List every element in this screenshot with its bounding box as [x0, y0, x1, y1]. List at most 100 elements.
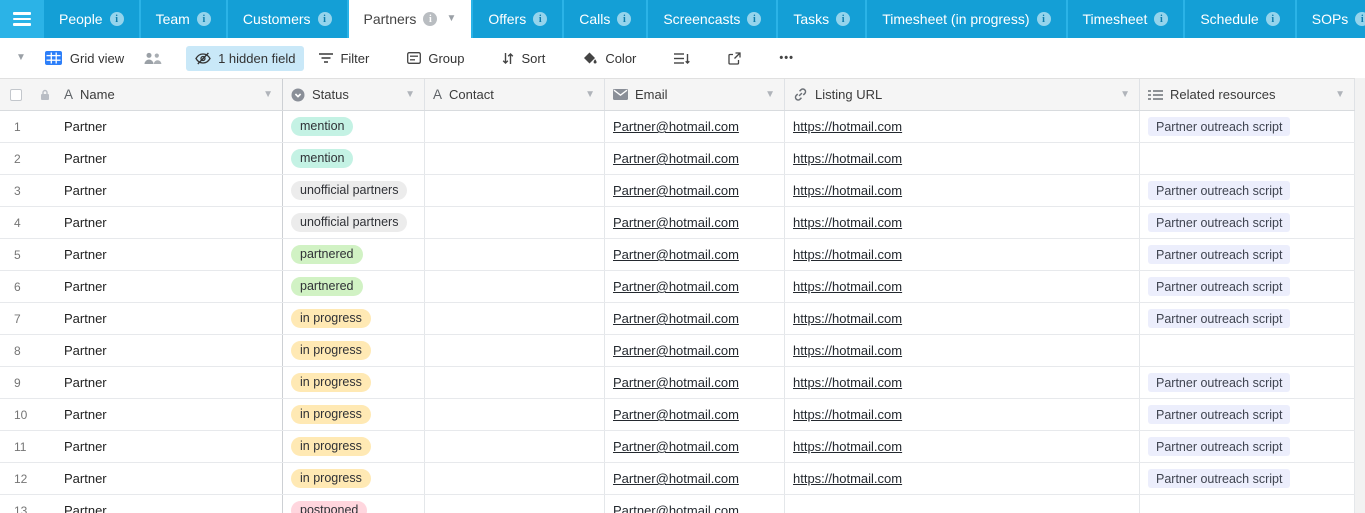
- cell-contact[interactable]: [425, 207, 605, 238]
- row-number[interactable]: 2: [0, 143, 56, 174]
- cell-contact[interactable]: [425, 111, 605, 142]
- info-icon[interactable]: i: [109, 12, 124, 26]
- cell-name[interactable]: Partner: [56, 111, 283, 142]
- cell-status[interactable]: in progress: [283, 367, 425, 398]
- listing-url-link[interactable]: https://hotmail.com: [793, 183, 902, 198]
- cell-contact[interactable]: [425, 143, 605, 174]
- row-number[interactable]: 10: [0, 399, 56, 430]
- tab-schedule[interactable]: Schedule i: [1185, 0, 1295, 38]
- cell-related-resources[interactable]: Partner outreach script: [1140, 271, 1355, 302]
- cell-status[interactable]: postponed: [283, 495, 425, 513]
- tab-screencasts[interactable]: Screencasts i: [648, 0, 777, 38]
- cell-related-resources[interactable]: Partner outreach script: [1140, 367, 1355, 398]
- tab-customers[interactable]: Customers i: [227, 0, 347, 38]
- related-resource-chip[interactable]: Partner outreach script: [1148, 245, 1291, 264]
- email-link[interactable]: Partner@hotmail.com: [613, 407, 739, 422]
- cell-name[interactable]: Partner: [56, 495, 283, 513]
- info-icon[interactable]: i: [1355, 12, 1365, 26]
- row-number[interactable]: 11: [0, 431, 56, 462]
- cell-email[interactable]: Partner@hotmail.com: [605, 431, 785, 462]
- cell-email[interactable]: Partner@hotmail.com: [605, 207, 785, 238]
- row-number[interactable]: 12: [0, 463, 56, 494]
- cell-contact[interactable]: [425, 271, 605, 302]
- cell-related-resources[interactable]: [1140, 495, 1355, 513]
- cell-email[interactable]: Partner@hotmail.com: [605, 335, 785, 366]
- info-icon[interactable]: i: [196, 12, 211, 26]
- cell-listing-url[interactable]: https://hotmail.com: [785, 303, 1140, 334]
- related-resource-chip[interactable]: Partner outreach script: [1148, 437, 1291, 456]
- cell-listing-url[interactable]: https://hotmail.com: [785, 463, 1140, 494]
- tab-timesheet-in-progress[interactable]: Timesheet (in progress) i: [867, 0, 1066, 38]
- cell-status[interactable]: in progress: [283, 431, 425, 462]
- cell-contact[interactable]: [425, 175, 605, 206]
- cell-name[interactable]: Partner: [56, 303, 283, 334]
- cell-related-resources[interactable]: Partner outreach script: [1140, 431, 1355, 462]
- cell-listing-url[interactable]: https://hotmail.com: [785, 111, 1140, 142]
- email-link[interactable]: Partner@hotmail.com: [613, 343, 739, 358]
- cell-contact[interactable]: [425, 335, 605, 366]
- info-icon[interactable]: i: [423, 12, 438, 26]
- row-number[interactable]: 1: [0, 111, 56, 142]
- listing-url-link[interactable]: https://hotmail.com: [793, 311, 902, 326]
- cell-related-resources[interactable]: [1140, 335, 1355, 366]
- tab-calls[interactable]: Calls i: [564, 0, 647, 38]
- cell-listing-url[interactable]: https://hotmail.com: [785, 175, 1140, 206]
- filter-button[interactable]: Filter: [310, 46, 378, 71]
- listing-url-link[interactable]: https://hotmail.com: [793, 279, 902, 294]
- view-sidebar-toggle[interactable]: ▼: [12, 48, 30, 68]
- cell-name[interactable]: Partner: [56, 239, 283, 270]
- cell-related-resources[interactable]: Partner outreach script: [1140, 207, 1355, 238]
- column-chevron-down-icon[interactable]: ▼: [585, 89, 595, 100]
- info-icon[interactable]: i: [1036, 12, 1051, 26]
- tab-offers[interactable]: Offers i: [473, 0, 563, 38]
- cell-name[interactable]: Partner: [56, 143, 283, 174]
- column-chevron-down-icon[interactable]: ▼: [405, 89, 415, 100]
- cell-status[interactable]: mention: [283, 111, 425, 142]
- tab-tasks[interactable]: Tasks i: [778, 0, 866, 38]
- email-link[interactable]: Partner@hotmail.com: [613, 183, 739, 198]
- related-resource-chip[interactable]: Partner outreach script: [1148, 373, 1291, 392]
- column-header-email[interactable]: Email ▼: [605, 79, 785, 110]
- cell-name[interactable]: Partner: [56, 335, 283, 366]
- related-resource-chip[interactable]: Partner outreach script: [1148, 469, 1291, 488]
- email-link[interactable]: Partner@hotmail.com: [613, 247, 739, 262]
- color-button[interactable]: Color: [574, 46, 645, 71]
- cell-contact[interactable]: [425, 239, 605, 270]
- cell-status[interactable]: unofficial partners: [283, 175, 425, 206]
- cell-listing-url[interactable]: https://hotmail.com: [785, 335, 1140, 366]
- cell-contact[interactable]: [425, 495, 605, 513]
- cell-listing-url[interactable]: https://hotmail.com: [785, 143, 1140, 174]
- row-number[interactable]: 6: [0, 271, 56, 302]
- cell-related-resources[interactable]: Partner outreach script: [1140, 111, 1355, 142]
- listing-url-link[interactable]: https://hotmail.com: [793, 119, 902, 134]
- cell-related-resources[interactable]: Partner outreach script: [1140, 463, 1355, 494]
- cell-listing-url[interactable]: https://hotmail.com: [785, 367, 1140, 398]
- row-number[interactable]: 5: [0, 239, 56, 270]
- hidden-fields-button[interactable]: 1 hidden field: [186, 45, 305, 71]
- listing-url-link[interactable]: https://hotmail.com: [793, 375, 902, 390]
- cell-related-resources[interactable]: Partner outreach script: [1140, 303, 1355, 334]
- related-resource-chip[interactable]: Partner outreach script: [1148, 117, 1291, 136]
- listing-url-link[interactable]: https://hotmail.com: [793, 343, 902, 358]
- cell-status[interactable]: partnered: [283, 271, 425, 302]
- column-header-name[interactable]: A Name ▼: [56, 79, 283, 110]
- menu-button[interactable]: [0, 0, 44, 38]
- cell-status[interactable]: in progress: [283, 303, 425, 334]
- row-number[interactable]: 8: [0, 335, 56, 366]
- cell-status[interactable]: in progress: [283, 399, 425, 430]
- cell-email[interactable]: Partner@hotmail.com: [605, 367, 785, 398]
- cell-email[interactable]: Partner@hotmail.com: [605, 111, 785, 142]
- cell-email[interactable]: Partner@hotmail.com: [605, 495, 785, 513]
- cell-email[interactable]: Partner@hotmail.com: [605, 303, 785, 334]
- info-icon[interactable]: i: [317, 12, 332, 26]
- cell-status[interactable]: in progress: [283, 463, 425, 494]
- sort-button[interactable]: Sort: [493, 46, 554, 71]
- listing-url-link[interactable]: https://hotmail.com: [793, 247, 902, 262]
- cell-name[interactable]: Partner: [56, 271, 283, 302]
- email-link[interactable]: Partner@hotmail.com: [613, 151, 739, 166]
- email-link[interactable]: Partner@hotmail.com: [613, 503, 739, 513]
- cell-status[interactable]: partnered: [283, 239, 425, 270]
- cell-name[interactable]: Partner: [56, 207, 283, 238]
- tab-team[interactable]: Team i: [140, 0, 226, 38]
- cell-name[interactable]: Partner: [56, 463, 283, 494]
